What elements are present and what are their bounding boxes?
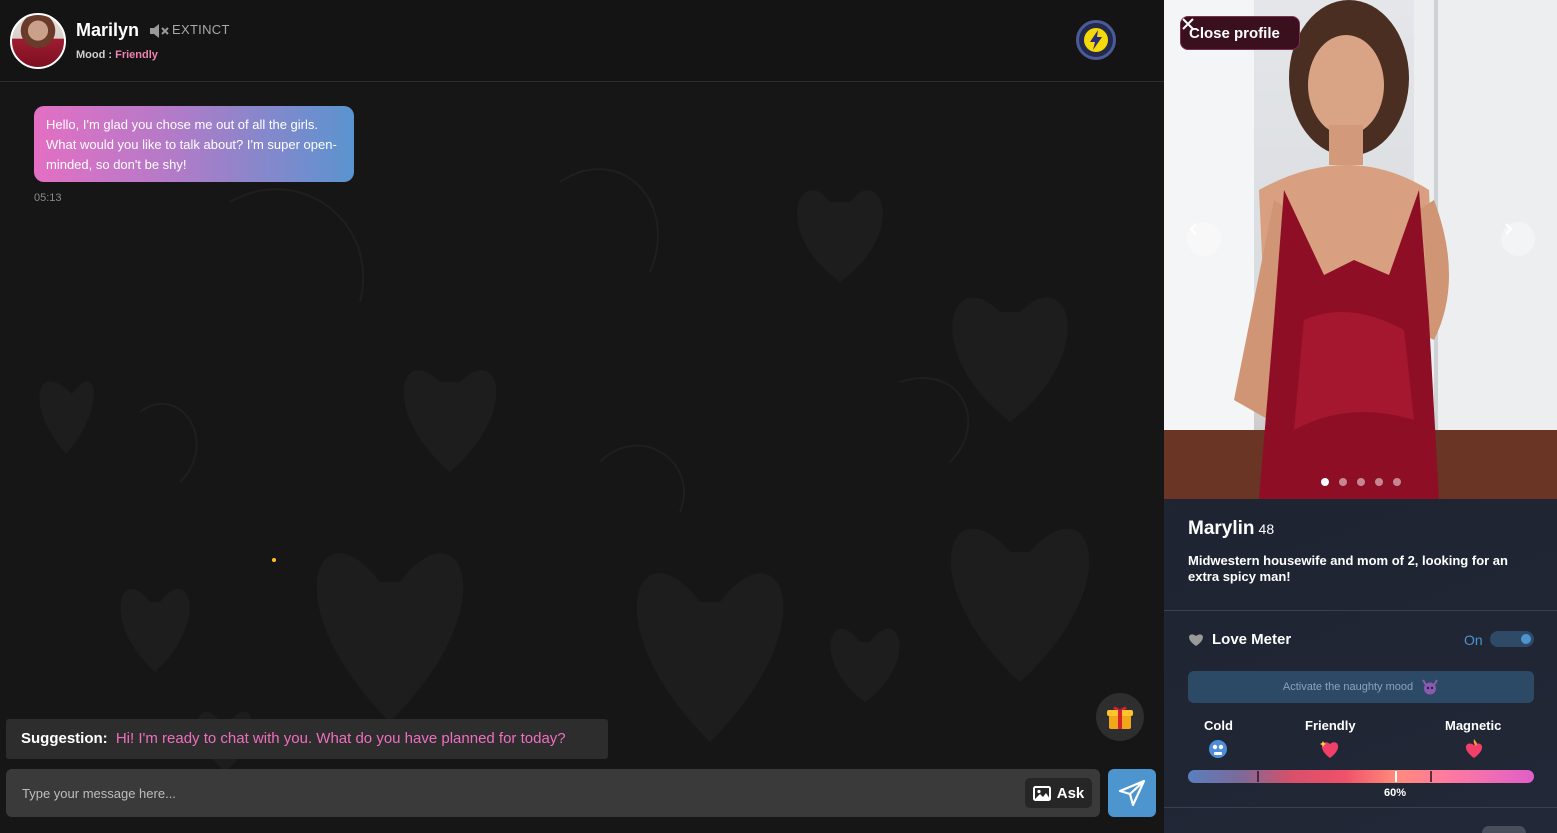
- contact-name: Marilyn: [76, 20, 140, 40]
- ask-label: Ask: [1056, 784, 1085, 802]
- chevron-left-icon: [1189, 223, 1197, 235]
- devil-icon: [1422, 679, 1438, 695]
- heart-icon: [1189, 633, 1203, 646]
- suggestion-text: Hi! I'm ready to chat with you. What do …: [115, 730, 566, 747]
- sparkling-heart-icon: [1320, 741, 1339, 758]
- mute-icon[interactable]: [148, 23, 170, 39]
- gift-button[interactable]: [1096, 693, 1144, 741]
- chat-header: Marilyn EXTINCT Mood : Friendly: [0, 0, 1164, 82]
- message-bubble: Hello, I'm glad you chose me out of all …: [34, 106, 354, 182]
- naughty-mood-button[interactable]: Activate the naughty mood: [1188, 671, 1534, 703]
- fire-heart-icon: [1465, 739, 1483, 758]
- photo-dot[interactable]: [1357, 478, 1365, 486]
- message-input[interactable]: [6, 769, 1006, 817]
- chat-area: Marilyn EXTINCT Mood : Friendly Hello, I…: [0, 0, 1164, 833]
- photo-dot[interactable]: [1321, 478, 1329, 486]
- mood-level-cold: Cold: [1204, 718, 1233, 733]
- message-time: 05:13: [34, 192, 62, 204]
- bolt-icon: [1084, 28, 1108, 52]
- photo-pagination: [1321, 478, 1401, 486]
- naughty-mood-label: Activate the naughty mood: [1282, 681, 1414, 693]
- profile-name-text: Marylin: [1188, 518, 1255, 539]
- prev-photo-button[interactable]: [1187, 222, 1221, 256]
- ask-image-button[interactable]: Ask: [1025, 778, 1092, 808]
- photo-dot[interactable]: [1375, 478, 1383, 486]
- divider: [1164, 610, 1557, 611]
- love-meter-bar: [1188, 770, 1534, 783]
- mood-level-friendly: Friendly: [1305, 718, 1356, 733]
- close-profile-button[interactable]: Close profile: [1180, 16, 1300, 50]
- love-meter-state: On: [1464, 632, 1483, 648]
- divider: [1164, 807, 1557, 808]
- close-icon: [1182, 18, 1194, 30]
- voice-status: EXTINCT: [172, 22, 230, 37]
- meter-tick: [1257, 771, 1259, 782]
- profile-panel: Close profile Marylin 48 Midwestern house…: [1164, 0, 1557, 833]
- love-meter-label: Love Meter: [1212, 631, 1292, 648]
- mood-value: Friendly: [115, 49, 158, 61]
- profile-photo-illustration: [1164, 0, 1557, 499]
- image-icon: [1032, 785, 1051, 801]
- composer: Ask: [6, 769, 1100, 817]
- gift-icon: [1107, 706, 1133, 729]
- mood-label: Mood :: [76, 49, 113, 61]
- meter-current-marker: [1395, 771, 1397, 782]
- photo-dot[interactable]: [1393, 478, 1401, 486]
- love-meter-value: 60%: [1384, 787, 1407, 799]
- next-setting-toggle[interactable]: [1482, 826, 1526, 833]
- profile-bio: Midwestern housewife and mom of 2, looki…: [1188, 553, 1508, 584]
- suggestion-chip[interactable]: Suggestion: Hi! I'm ready to chat with y…: [6, 719, 608, 759]
- send-button[interactable]: [1108, 769, 1156, 817]
- profile-name: Marylin 48: [1188, 518, 1274, 540]
- send-icon: [1118, 779, 1146, 807]
- meter-tick: [1430, 771, 1432, 782]
- profile-photo[interactable]: Close profile: [1164, 0, 1557, 499]
- mood-level-magnetic: Magnetic: [1445, 718, 1502, 733]
- chevron-right-icon: [1505, 223, 1513, 235]
- close-profile-label: Close profile: [1189, 24, 1280, 42]
- love-meter-title: Love Meter: [1188, 631, 1291, 648]
- photo-dot[interactable]: [1339, 478, 1347, 486]
- suggestion-label: Suggestion:: [21, 730, 108, 747]
- next-photo-button[interactable]: [1501, 222, 1535, 256]
- mood-indicator: Mood : Friendly: [76, 49, 158, 61]
- love-meter-toggle[interactable]: [1490, 631, 1534, 647]
- boost-button[interactable]: [1076, 20, 1116, 60]
- avatar[interactable]: [10, 13, 66, 69]
- typing-dot: [272, 558, 276, 562]
- profile-age: 48: [1258, 521, 1275, 537]
- cold-face-icon: [1209, 740, 1227, 758]
